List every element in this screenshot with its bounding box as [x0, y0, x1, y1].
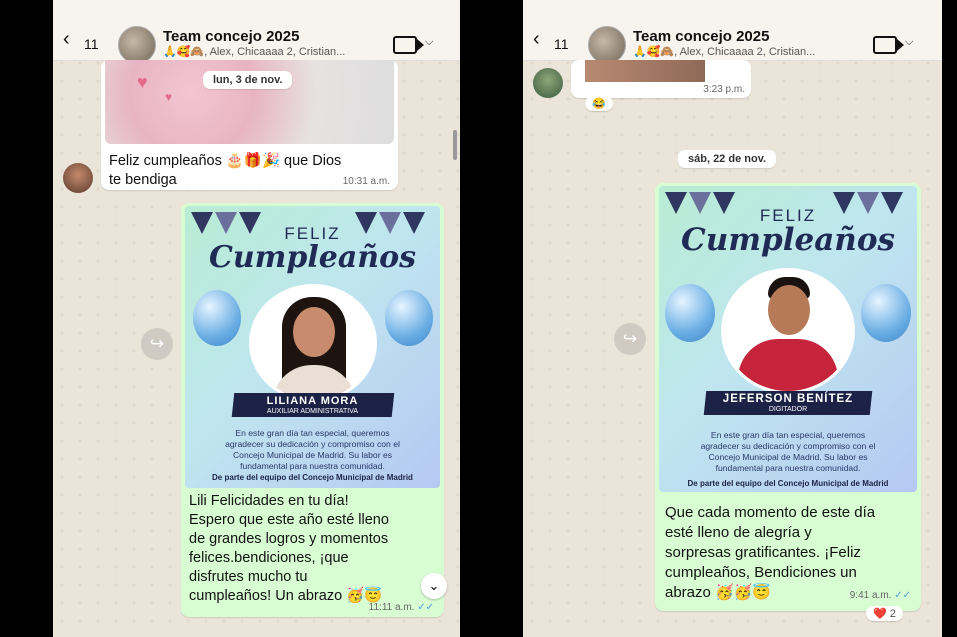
- forward-icon[interactable]: ↪: [614, 323, 646, 355]
- birthday-card-image[interactable]: FELIZ Cumpleaños LILIANA MORA AUXILIAR A…: [185, 206, 440, 488]
- double-check-icon: ✓✓: [894, 590, 911, 601]
- message-time: 3:23 p.m.: [703, 84, 745, 95]
- back-count[interactable]: 11: [84, 36, 99, 52]
- scrollbar[interactable]: [453, 130, 457, 160]
- group-avatar[interactable]: [588, 26, 626, 64]
- group-members: 🙏🥰🙈, Alex, Chicaaaa 2, Cristian...: [163, 46, 346, 58]
- message-text: Feliz cumpleaños 🎂🎁🎉 que Dios: [109, 153, 342, 169]
- message-time: 10:31 a.m.: [342, 176, 390, 187]
- forward-icon[interactable]: ↪: [141, 328, 173, 360]
- card-cumpleanos: Cumpleaños: [208, 240, 417, 275]
- reaction-count: 2: [889, 608, 896, 620]
- card-person-role: AUXILIAR ADMINISTRATIVA: [266, 408, 359, 415]
- sender-avatar[interactable]: [533, 68, 563, 98]
- message-reaction[interactable]: 😂: [585, 96, 613, 111]
- card-footer: De parte del equipo del Concejo Municipa…: [687, 479, 889, 488]
- chat-header: ‹ 11 Team concejo 2025 🙏🥰🙈, Alex, Chicaa…: [523, 0, 942, 64]
- date-divider: sáb, 22 de nov.: [678, 150, 777, 168]
- person-photo: [721, 268, 855, 394]
- message-text: te bendiga: [109, 172, 177, 188]
- back-icon[interactable]: ‹: [533, 28, 540, 51]
- left-chat-screenshot: ‹ 11 Team concejo 2025 🙏🥰🙈, Alex, Chicaa…: [53, 0, 460, 637]
- card-person-name: LILIANA MORA: [266, 395, 359, 407]
- card-body-text: En este gran día tan especial, queremos a…: [700, 430, 876, 473]
- birthday-card-image[interactable]: FELIZ Cumpleaños JEFERSON BENÍTEZ DIGITA…: [659, 186, 917, 492]
- heart-icon: ♥: [137, 72, 148, 92]
- double-check-icon: ✓✓: [417, 602, 434, 613]
- message-text: Lili Felicidades en tu día! Espero que es…: [189, 493, 389, 604]
- heart-icon: ❤️: [873, 608, 887, 620]
- group-avatar[interactable]: [118, 26, 156, 64]
- card-person-role: DIGITADOR: [768, 406, 808, 413]
- balloon-icon: [193, 290, 241, 346]
- message-time: 9:41 a.m. ✓✓: [849, 590, 911, 601]
- person-photo: [249, 284, 377, 402]
- right-chat-screenshot: ‹ 11 Team concejo 2025 🙏🥰🙈, Alex, Chicaa…: [523, 0, 942, 637]
- scroll-down-button[interactable]: ⌄: [421, 573, 447, 599]
- message-reaction[interactable]: ❤️ 2: [866, 606, 903, 621]
- outgoing-message[interactable]: FELIZ Cumpleaños LILIANA MORA AUXILIAR A…: [181, 203, 444, 617]
- incoming-message[interactable]: 3:23 p.m.: [571, 60, 751, 98]
- heart-icon: ♥: [165, 90, 173, 104]
- group-name[interactable]: Team concejo 2025: [163, 28, 299, 45]
- message-text: Que cada momento de este día esté lleno d…: [665, 504, 876, 601]
- card-body-text: En este gran día tan especial, queremos a…: [225, 428, 400, 471]
- video-call-icon[interactable]: [873, 36, 904, 54]
- balloon-icon: [861, 284, 911, 342]
- back-icon[interactable]: ‹: [63, 28, 70, 51]
- back-count[interactable]: 11: [554, 36, 569, 52]
- chevron-down-icon[interactable]: ⌵: [425, 36, 433, 49]
- balloon-icon: [385, 290, 433, 346]
- balloon-icon: [665, 284, 715, 342]
- message-time: 11:11 a.m. ✓✓: [368, 602, 434, 613]
- group-members: 🙏🥰🙈, Alex, Chicaaaa 2, Cristian...: [633, 46, 816, 58]
- outgoing-message[interactable]: FELIZ Cumpleaños JEFERSON BENÍTEZ DIGITA…: [655, 183, 921, 611]
- chevron-down-icon[interactable]: ⌵: [905, 36, 913, 49]
- date-divider: lun, 3 de nov.: [203, 71, 293, 89]
- card-person-name: JEFERSON BENÍTEZ: [722, 393, 854, 405]
- card-footer: De parte del equipo del Concejo Municipa…: [212, 473, 413, 482]
- chat-header: ‹ 11 Team concejo 2025 🙏🥰🙈, Alex, Chicaa…: [53, 0, 460, 64]
- video-call-icon[interactable]: [393, 36, 424, 54]
- card-cumpleanos: Cumpleaños: [681, 222, 895, 258]
- group-name[interactable]: Team concejo 2025: [633, 28, 769, 45]
- sender-avatar[interactable]: [63, 163, 93, 193]
- photo-image[interactable]: [585, 60, 705, 82]
